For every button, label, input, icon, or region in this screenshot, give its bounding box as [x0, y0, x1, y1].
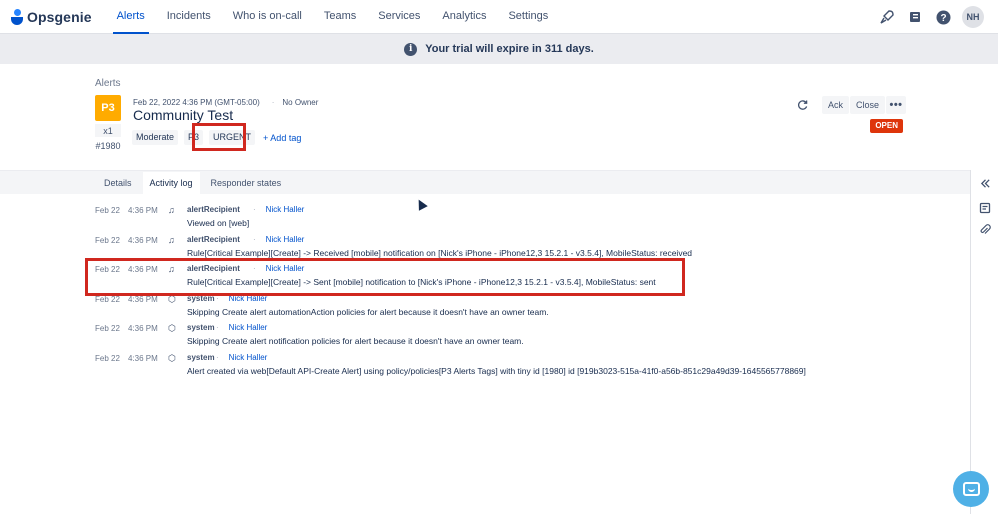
entry-time: 4:36 PM — [128, 353, 158, 363]
priority-badge: P3 — [95, 95, 121, 121]
entry-user[interactable]: Nick Haller — [253, 235, 305, 244]
nav-alerts[interactable]: Alerts — [111, 0, 151, 34]
close-button[interactable]: Close — [849, 96, 885, 114]
entry-message: Rule[Critical Example][Create] -> Receiv… — [187, 247, 693, 258]
help-icon[interactable]: ? — [934, 8, 952, 26]
avatar[interactable]: NH — [962, 6, 984, 28]
entry-actor: alertRecipient — [187, 234, 240, 244]
more-icon[interactable]: ••• — [886, 96, 906, 114]
tab-details[interactable]: Details — [97, 172, 139, 194]
entry-message: Viewed on [web] — [187, 218, 250, 228]
entry-time: 4:36 PM — [128, 235, 158, 245]
page-title: Community Test — [133, 107, 234, 123]
created-time: Feb 22, 2022 4:36 PM (GMT-05:00) — [133, 98, 260, 107]
nav-right: ? NH — [868, 0, 984, 34]
nav-analytics[interactable]: Analytics — [436, 0, 492, 34]
entry-message: Skipping Create alert notification polic… — [187, 336, 524, 346]
top-nav: Opsgenie Alerts Incidents Who is on-call… — [0, 0, 998, 34]
tag-moderate[interactable]: Moderate — [132, 130, 179, 145]
trial-banner: i Your trial will expire in 311 days. — [0, 34, 998, 64]
owner[interactable]: No Owner — [272, 98, 318, 107]
nav-incidents[interactable]: Incidents — [161, 0, 217, 34]
log-entry: Feb 22 4:36 PM ⬡ system Nick Haller Aler… — [95, 351, 955, 381]
nav-settings[interactable]: Settings — [502, 0, 554, 34]
log-entry: Feb 22 4:36 PM ⬡ system Nick Haller Skip… — [95, 321, 955, 351]
log-entry: Feb 22 4:36 PM ♫ alertRecipient Nick Hal… — [95, 203, 955, 233]
system-icon: ⬡ — [168, 323, 176, 333]
nav-items: Alerts Incidents Who is on-call Teams Se… — [111, 0, 565, 34]
sent-notification-highlight — [85, 258, 685, 296]
recipient-icon: ♫ — [168, 205, 175, 215]
recipient-icon: ♫ — [168, 234, 175, 245]
tab-responder-states[interactable]: Responder states — [204, 172, 289, 194]
entry-date: Feb 22 — [95, 353, 120, 363]
entry-actor: alertRecipient — [187, 205, 240, 214]
entry-actor: system — [187, 323, 215, 332]
entry-date: Feb 22 — [95, 235, 120, 245]
right-sidebar — [970, 170, 998, 514]
alert-meta: Feb 22, 2022 4:36 PM (GMT-05:00) No Owne… — [133, 98, 318, 107]
nav-who-is-on-call[interactable]: Who is on-call — [227, 0, 308, 34]
tiny-id: #1980 — [95, 141, 121, 151]
entry-user[interactable]: Nick Haller — [253, 205, 305, 214]
entry-user[interactable]: Nick Haller — [216, 353, 268, 362]
attachment-icon[interactable] — [978, 223, 992, 237]
book-icon[interactable] — [906, 8, 924, 26]
app-name: Opsgenie — [27, 8, 92, 25]
chat-support-button[interactable] — [953, 471, 989, 507]
entry-time: 4:36 PM — [128, 206, 158, 215]
system-icon: ⬡ — [168, 352, 176, 363]
breadcrumb[interactable]: Alerts — [95, 78, 121, 89]
opsgenie-logo[interactable]: Opsgenie — [11, 0, 92, 34]
add-tag-link[interactable]: + Add tag — [263, 133, 301, 143]
entry-date: Feb 22 — [95, 206, 120, 215]
refresh-icon[interactable] — [793, 96, 813, 114]
entry-user[interactable]: Nick Haller — [216, 323, 268, 332]
entry-message: Skipping Create alert automationAction p… — [187, 306, 549, 317]
nav-services[interactable]: Services — [372, 0, 426, 34]
status-badge: OPEN — [870, 119, 903, 133]
notes-icon[interactable] — [978, 201, 992, 215]
alert-actions: Ack Close ••• — [793, 96, 906, 114]
entry-message: Alert created via web[Default API-Create… — [187, 365, 806, 376]
info-icon: i — [404, 42, 418, 56]
entry-actor: system — [187, 352, 215, 362]
urgent-tag-highlight — [192, 123, 246, 151]
chat-icon — [962, 482, 980, 496]
collapse-icon[interactable] — [978, 176, 992, 190]
tab-activity-log[interactable]: Activity log — [142, 172, 200, 194]
alert-count: x1 — [95, 124, 121, 137]
trial-banner-text: Your trial will expire in 311 days. — [425, 43, 594, 55]
opsgenie-logo-icon — [11, 8, 23, 25]
tab-bar: Details Activity log Responder states — [0, 170, 970, 194]
entry-date: Feb 22 — [95, 324, 120, 333]
nav-teams[interactable]: Teams — [318, 0, 362, 34]
ack-button[interactable]: Ack — [821, 96, 849, 114]
svg-text:?: ? — [940, 13, 946, 24]
rocket-icon[interactable] — [878, 8, 896, 26]
entry-time: 4:36 PM — [128, 324, 158, 333]
